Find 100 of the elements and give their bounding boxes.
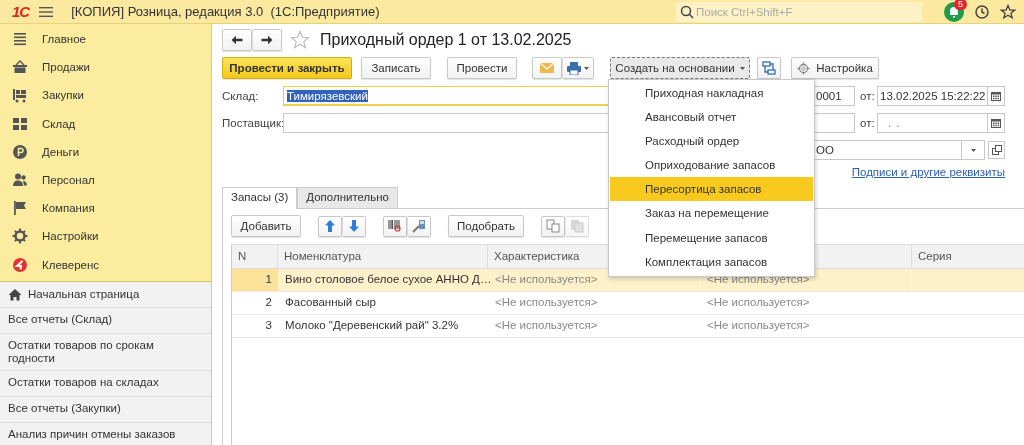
table-cell-text: 2 [264,295,273,310]
section-item[interactable]: Склад [0,109,211,138]
report-link[interactable]: Остатки товаров на складах [0,370,211,397]
table-cell-text: <Не используется> [706,318,811,333]
section-item[interactable]: Персонал [0,165,211,195]
tab[interactable]: Дополнительно [297,187,398,208]
column-header[interactable]: Серия [912,245,1024,268]
tab[interactable]: Запасы (3) [222,187,298,209]
organization-field[interactable]: ОО [812,140,985,160]
lines-icon [12,31,28,48]
envelope-icon [540,63,554,73]
save-button[interactable]: Записать [361,57,431,79]
table-cell-text: Вино столовое белое сухое АННО Д… [284,272,488,287]
home-link-label: Начальная страница [28,287,140,301]
history-icon[interactable] [974,3,990,20]
move-up-button[interactable] [318,215,342,237]
up-arrow-icon [325,220,335,232]
round-logo-icon [12,256,28,273]
table-cell-text: Фасованный сыр [284,295,377,310]
structure-icon [762,61,776,75]
section-item[interactable]: Деньги [0,137,211,166]
menu-item[interactable]: Авансовый отчет [610,105,813,130]
left-arrow-icon [231,35,243,45]
menu-item[interactable]: Расходный ордер [610,129,813,154]
field-label: от: [860,90,876,102]
report-link[interactable]: Все отчеты (Закупки) [0,396,211,423]
create-based-on-button[interactable]: Создать на основании [610,57,750,79]
print-button[interactable] [562,57,594,79]
table-cell-text: Молоко "Деревенский рай" 3.2% [284,318,460,333]
signatures-link[interactable]: Подписи и другие реквизиты [851,166,1005,178]
table-row[interactable]: 2 Фасованный сыр <Не используется> <Не используется> [232,292,1024,315]
section-item[interactable]: Компания [0,194,211,223]
barcode-search-button[interactable] [383,215,407,237]
add-button[interactable]: Добавить [231,215,301,237]
grid-icon [12,115,28,132]
table-cell-text: <Не используется> [706,295,811,310]
form-title: Приходный ордер 1 от 13.02.2025 [320,31,572,49]
home-row[interactable]: Начальная страница [0,281,211,308]
field-label: Склад: [222,90,260,102]
caret-icon [970,148,976,152]
settings-button[interactable]: Настройка [791,57,879,79]
app-title: [КОПИЯ] Розница, редакция 3.0 (1С:Предприятие) [71,4,380,19]
home-icon [8,287,22,301]
menu-item[interactable]: Заказ на перемещение [610,201,813,226]
people-icon [12,172,28,189]
caret-icon [739,66,745,70]
report-link[interactable]: Остатки товаров по срокам годности [0,333,211,371]
section-item[interactable]: Клеверенс [0,250,211,279]
menu-icon[interactable] [39,5,54,18]
calendar-button[interactable] [987,113,1005,133]
number-field[interactable]: 0001 [812,86,855,106]
structure-button[interactable] [757,57,781,79]
incoming-number-field[interactable] [812,113,855,133]
calendar-button[interactable] [987,86,1005,106]
report-link[interactable]: Все отчеты (Склад) [0,307,211,334]
move-down-button[interactable] [342,215,366,237]
section-item[interactable]: Главное [0,25,211,54]
menu-item[interactable]: Оприходование запасов [610,153,813,178]
post-and-close-button[interactable]: Провести и закрыть [222,57,352,79]
report-link[interactable]: Анализ причин отмены заказов [0,422,211,445]
star-icon[interactable] [290,30,310,50]
coin-icon [12,143,28,160]
field-label: от: [860,117,876,129]
scanner-button[interactable] [407,215,431,237]
section-item[interactable]: Закупки [0,81,211,110]
open-button[interactable] [988,141,1005,159]
table-row[interactable]: 3 Молоко "Деревенский рай" 3.2% <Не используется> <Не используется> [232,315,1024,338]
forward-button[interactable] [252,29,282,51]
post-button[interactable]: Провести [447,57,517,79]
right-arrow-icon [261,35,273,45]
pick-button[interactable]: Подобрать [448,215,524,237]
flag-icon [12,200,28,217]
search-field[interactable]: Поиск Ctrl+Shift+F [676,1,922,22]
notification-count-badge: 5 [954,0,967,10]
scanner-icon [412,219,426,233]
basket-icon [12,59,28,76]
search-icon [680,4,694,19]
barcode-icon [388,219,402,233]
table-cell-text: <Не используется> [494,295,599,310]
star-icon[interactable] [1000,3,1016,20]
table-cell-text: <Не используется> [494,318,599,333]
caret-icon [584,66,589,70]
section-item[interactable]: Настройки [0,222,211,251]
down-arrow-icon [349,220,359,232]
copy-icon [546,219,560,233]
column-header[interactable]: N [232,245,278,268]
section-item[interactable]: Продажи [0,53,211,82]
calendar-icon [991,118,1001,128]
date-field[interactable]: 13.02.2025 15:22:22 [877,86,987,106]
menu-item[interactable]: Пересортица запасов [610,177,813,202]
table-cell-text: 3 [264,318,273,333]
column-header[interactable]: Номенклатура [278,245,488,268]
field-label: Поставщик: [222,117,283,129]
paste-icon [570,219,584,233]
incoming-date-field[interactable]: . . [877,113,987,133]
open-window-icon [991,145,1002,155]
back-button[interactable] [222,29,252,51]
cart-icon [12,87,28,104]
app-logo: 1С [12,3,30,20]
printer-icon [567,61,581,75]
